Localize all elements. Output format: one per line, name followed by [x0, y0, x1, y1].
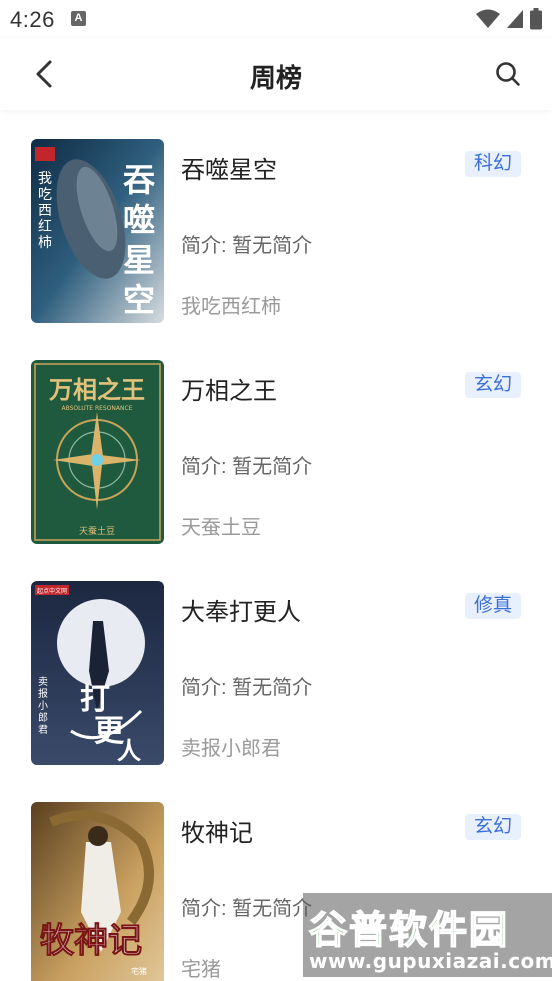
- svg-text:君: 君: [38, 724, 48, 736]
- book-title[interactable]: 大奉打更人: [181, 592, 301, 627]
- search-button[interactable]: [490, 56, 526, 92]
- book-author: 天蚕土豆: [181, 517, 261, 539]
- notification-icon: A: [71, 11, 86, 26]
- book-author: 宅猪: [181, 959, 221, 981]
- svg-text:红: 红: [38, 219, 52, 235]
- svg-text:星: 星: [123, 241, 155, 279]
- book-intro: 简介: 暂无简介: [181, 677, 313, 699]
- signal-icon: [507, 10, 523, 28]
- svg-text:小: 小: [38, 700, 48, 712]
- book-cover-art: 吞 噬 星 空 我 吃 西 红 柿: [31, 139, 164, 323]
- genre-tag: 玄幻: [464, 814, 521, 840]
- svg-text:牧神记: 牧神记: [40, 921, 142, 961]
- book-item[interactable]: 起点中文网 打 更 人 卖 报 小 郎 君 大奉打更人 简介: 暂无简介 卖报小…: [0, 552, 552, 773]
- book-cover-art: 起点中文网 打 更 人 卖 报 小 郎 君: [31, 581, 164, 765]
- svg-text:ABSOLUTE RESONANCE: ABSOLUTE RESONANCE: [62, 405, 133, 412]
- book-title[interactable]: 牧神记: [181, 813, 253, 848]
- book-author: 我吃西红柿: [181, 296, 281, 318]
- cover-title-char: 吞: [123, 161, 155, 199]
- watermark-url: www.gupuxiazai.com: [309, 949, 552, 973]
- svg-text:卖: 卖: [38, 676, 48, 688]
- watermark-logo: 谷普软件园: [308, 907, 510, 953]
- book-item[interactable]: 万相之王 ABSOLUTE RESONANCE 天蚕土豆 万相之王 简介: 暂无…: [0, 331, 552, 552]
- book-intro: 简介: 暂无简介: [181, 235, 313, 257]
- svg-text:报: 报: [38, 687, 48, 700]
- status-bar: 4:26 A: [0, 0, 552, 38]
- svg-text:噬: 噬: [123, 201, 155, 239]
- book-cover[interactable]: 起点中文网 打 更 人 卖 报 小 郎 君: [31, 581, 164, 765]
- svg-text:万相之王: 万相之王: [49, 375, 145, 404]
- book-cover-art: 万相之王 ABSOLUTE RESONANCE 天蚕土豆: [31, 360, 164, 544]
- watermark: 谷普软件园 www.gupuxiazai.com: [303, 893, 552, 977]
- book-cover[interactable]: 牧神记 宅猪: [31, 802, 164, 981]
- genre-tag: 科幻: [464, 151, 521, 177]
- book-list: 吞 噬 星 空 我 吃 西 红 柿 吞噬星空 简介: 暂无简介 我吃西红柿 科幻: [0, 110, 552, 981]
- status-icons: [476, 8, 542, 30]
- svg-text:柿: 柿: [38, 234, 52, 251]
- svg-text:我: 我: [38, 171, 52, 187]
- svg-text:人: 人: [117, 736, 141, 765]
- nav-bar: 周榜: [0, 38, 552, 110]
- book-intro: 简介: 暂无简介: [181, 456, 313, 478]
- genre-tag: 玄幻: [464, 372, 521, 398]
- svg-text:天蚕土豆: 天蚕土豆: [79, 525, 115, 537]
- page-title: 周榜: [249, 63, 302, 93]
- book-cover[interactable]: 吞 噬 星 空 我 吃 西 红 柿: [31, 139, 164, 323]
- wifi-icon: [476, 9, 500, 28]
- search-icon: [496, 62, 520, 86]
- svg-text:起点中文网: 起点中文网: [37, 587, 67, 595]
- book-intro: 简介: 暂无简介: [181, 898, 313, 920]
- book-cover-art: 牧神记 宅猪: [31, 802, 164, 981]
- status-time: 4:26: [10, 7, 55, 32]
- svg-text:宅猪: 宅猪: [131, 966, 147, 976]
- svg-text:西: 西: [38, 203, 52, 219]
- book-author: 卖报小郎君: [181, 738, 281, 760]
- book-title[interactable]: 吞噬星空: [181, 150, 277, 185]
- genre-tag: 修真: [464, 593, 521, 619]
- svg-text:郎: 郎: [38, 711, 48, 724]
- svg-text:吃: 吃: [38, 187, 52, 203]
- battery-icon: [530, 8, 542, 30]
- book-cover[interactable]: 万相之王 ABSOLUTE RESONANCE 天蚕土豆: [31, 360, 164, 544]
- book-item[interactable]: 吞 噬 星 空 我 吃 西 红 柿 吞噬星空 简介: 暂无简介 我吃西红柿 科幻: [0, 110, 552, 331]
- svg-text:空: 空: [123, 281, 155, 319]
- svg-text:打: 打: [80, 682, 110, 717]
- book-title[interactable]: 万相之王: [181, 371, 277, 406]
